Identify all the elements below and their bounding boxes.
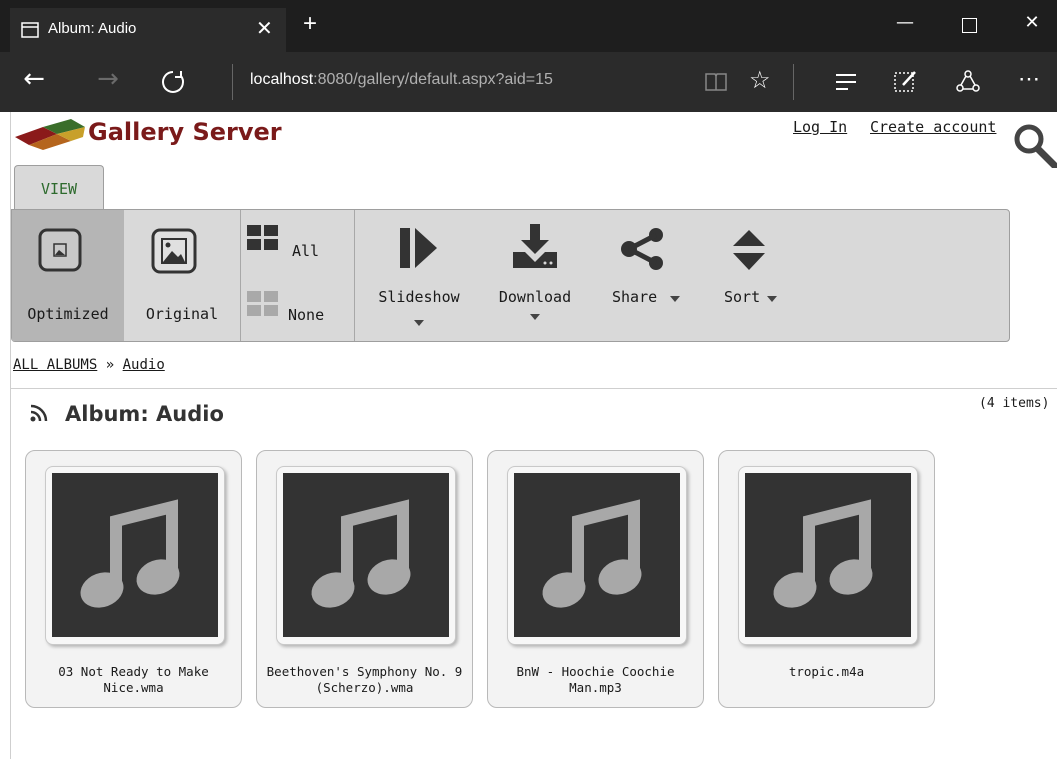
refresh-icon[interactable] [160,69,186,95]
optimized-image-icon [38,228,82,272]
select-none-icon [247,291,278,316]
browser-address-bar: ← → localhost:8080/gallery/default.aspx?… [0,52,1057,112]
reading-view-icon[interactable] [704,71,728,93]
breadcrumb-separator: » [105,357,115,373]
original-label: Original [145,305,219,323]
album-item-title[interactable]: 03 Not Ready to Make Nice.wma [28,664,239,696]
download-button[interactable]: Download [480,210,590,341]
thumbnail[interactable] [283,473,449,637]
thumbnail-frame [507,466,687,645]
select-all-button[interactable]: All [246,220,346,260]
breadcrumb-all-albums-link[interactable]: ALL ALBUMS [13,357,97,373]
logo-text[interactable]: Gallery Server [88,118,282,146]
thumbnail[interactable] [745,473,911,637]
download-label: Download [498,288,572,306]
album-title: Album: Audio [65,402,224,426]
sort-button[interactable]: Sort [712,210,792,341]
optimized-label: Optimized [27,305,109,323]
music-note-icon [80,499,180,608]
album-item-card[interactable]: 03 Not Ready to Make Nice.wma [25,450,242,708]
music-note-icon [311,499,411,608]
favorite-star-icon[interactable]: ☆ [749,66,771,95]
select-none-button[interactable]: None [246,290,346,330]
album-item-card[interactable]: tropic.m4a [718,450,935,708]
web-note-icon[interactable] [893,69,919,95]
share-browser-icon[interactable] [955,69,981,95]
music-note-icon [773,499,873,608]
select-none-label: None [288,306,325,324]
url-field[interactable]: localhost:8080/gallery/default.aspx?aid=… [250,71,553,89]
sort-label: Sort [724,288,761,306]
address-divider [232,64,233,100]
sort-caret-icon [767,296,777,302]
original-button[interactable]: Original [124,210,240,341]
album-item-title[interactable]: Beethoven's Symphony No. 9 (Scherzo).wma [259,664,470,696]
slideshow-caret-icon [414,320,424,326]
select-all-icon [247,225,278,250]
toolbar-divider [793,64,794,100]
share-icon [621,228,663,270]
tab-view[interactable]: VIEW [14,165,104,210]
download-caret-icon [530,314,540,320]
breadcrumb-current-link[interactable]: Audio [123,357,165,373]
toolbar-separator [240,210,241,341]
thumbnail-frame [738,466,918,645]
url-path: :8080/gallery/default.aspx?aid=15 [313,71,553,88]
share-label: Share [612,288,658,306]
slideshow-button[interactable]: Slideshow [364,210,474,341]
ribbon-toolbar: Optimized Original All None Slideshow Do… [11,209,1010,342]
window-close-icon[interactable]: ✕ [1012,12,1052,33]
item-count: (4 items) [979,396,1050,411]
rss-icon[interactable] [30,404,48,422]
tab-page-icon [21,22,39,38]
album-item-card[interactable]: BnW - Hoochie Coochie Man.mp3 [487,450,704,708]
back-icon[interactable]: ← [14,64,54,94]
slideshow-icon [400,228,437,268]
share-caret-icon [670,296,680,302]
original-image-icon [151,228,197,274]
more-icon[interactable]: ⋯ [1018,66,1042,92]
album-item-title[interactable]: tropic.m4a [721,664,932,680]
breadcrumb: ALL ALBUMS » Audio [13,357,165,373]
thumbnail[interactable] [52,473,218,637]
tab-title: Album: Audio [48,20,137,37]
thumbnail-frame [276,466,456,645]
select-all-label: All [292,242,320,260]
search-icon[interactable] [1011,122,1057,168]
browser-tab-bar: Album: Audio ✕ + — ✕ [0,0,1057,52]
forward-icon[interactable]: → [88,64,128,94]
new-tab-icon[interactable]: + [303,10,317,38]
browser-tab[interactable]: Album: Audio ✕ [10,8,286,52]
thumbnail[interactable] [514,473,680,637]
music-note-icon [542,499,642,608]
breadcrumb-divider [11,388,1057,389]
tab-close-icon[interactable]: ✕ [256,16,273,41]
gallery-server-logo-icon[interactable] [13,117,87,151]
toolbar-separator [354,210,355,341]
minimize-icon[interactable]: — [885,12,925,33]
hub-icon[interactable] [834,72,858,92]
thumbnail-frame [45,466,225,645]
optimized-button[interactable]: Optimized [12,210,124,341]
url-host: localhost [250,71,314,88]
sort-icon [733,230,765,270]
slideshow-label: Slideshow [378,288,460,306]
download-icon [513,224,557,268]
share-button[interactable]: Share [602,210,692,341]
album-item-card[interactable]: Beethoven's Symphony No. 9 (Scherzo).wma [256,450,473,708]
album-item-title[interactable]: BnW - Hoochie Coochie Man.mp3 [490,664,701,696]
log-in-link[interactable]: Log In [793,118,847,136]
create-account-link[interactable]: Create account [870,118,996,136]
maximize-icon[interactable] [962,18,977,33]
